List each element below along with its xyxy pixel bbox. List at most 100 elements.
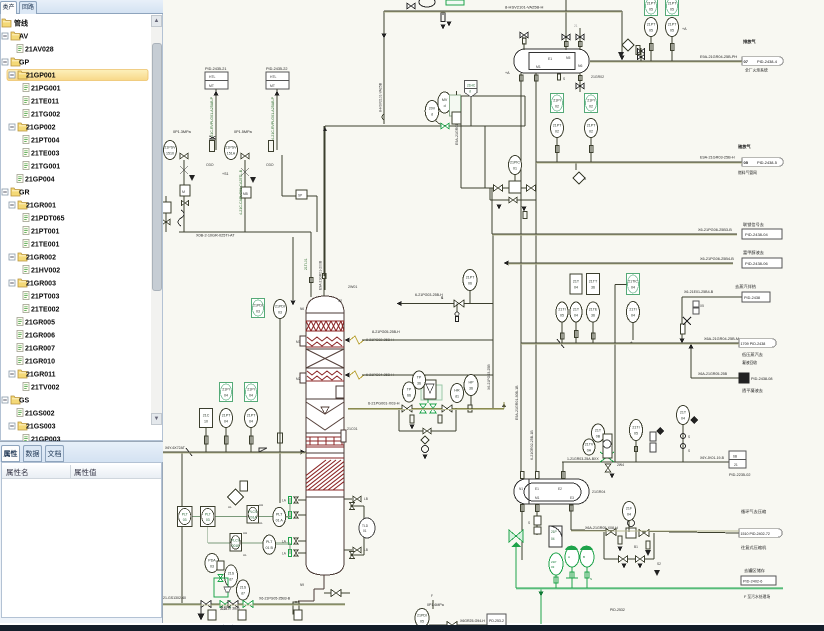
svg-text:PD-253-2: PD-253-2 xyxy=(489,619,504,623)
svg-text:PLCV: PLCV xyxy=(248,510,258,514)
svg-text:21: 21 xyxy=(574,24,578,28)
svg-text:05: 05 xyxy=(670,29,674,33)
svg-text:AL: AL xyxy=(228,505,232,509)
svg-text:03: 03 xyxy=(551,565,555,569)
svg-text:A: A xyxy=(568,555,570,559)
svg-text:E1: E1 xyxy=(535,487,539,491)
svg-text:6-21GR02-25B-1B: 6-21GR02-25B-1B xyxy=(530,430,534,460)
svg-text:6B: 6B xyxy=(733,455,738,459)
svg-text:PID-2435-22: PID-2435-22 xyxy=(266,67,288,71)
svg-text:MB: MB xyxy=(243,192,248,196)
svg-text:TLD: TLD xyxy=(362,524,369,528)
svg-text:04: 04 xyxy=(631,286,635,290)
svg-text:04: 04 xyxy=(681,417,685,421)
svg-text:02: 02 xyxy=(589,130,593,134)
svg-text:富甲醇液去: 富甲醇液去 xyxy=(743,249,764,256)
svg-text:05: 05 xyxy=(649,29,653,33)
svg-text:凝液回收: 凝液回收 xyxy=(742,360,757,365)
svg-text:排放气: 排放气 xyxy=(743,38,756,45)
svg-text:21PI: 21PI xyxy=(587,99,594,103)
svg-text:d7: d7 xyxy=(241,592,245,596)
svg-text:66: 66 xyxy=(407,394,411,398)
svg-text:X6-21PG06-25B3-B: X6-21PG06-25B3-B xyxy=(698,228,732,232)
svg-text:X6-21E01-25B4-B: X6-21E01-25B4-B xyxy=(684,290,714,294)
svg-text:N1: N1 xyxy=(519,487,523,491)
svg-text:21PSV: 21PSV xyxy=(225,146,237,150)
svg-text:21GP004: 21GP004 xyxy=(25,177,55,184)
svg-text:21S: 21S xyxy=(240,586,247,590)
svg-text:21GR04: 21GR04 xyxy=(592,490,605,494)
svg-text:02: 02 xyxy=(589,105,593,109)
svg-text:TP: TP xyxy=(417,376,422,380)
svg-text:4-21C-RVPLG01-A25AB-P: 4-21C-RVPLG01-A25AB-P xyxy=(271,96,275,140)
svg-text:燃料气管网: 燃料气管网 xyxy=(738,170,757,175)
svg-text:0B: 0B xyxy=(596,435,601,439)
svg-text:21PDT065: 21PDT065 xyxy=(31,216,65,223)
svg-text:d: d xyxy=(469,90,471,94)
svg-text:21GP001: 21GP001 xyxy=(26,73,56,80)
svg-text:03: 03 xyxy=(210,565,214,569)
svg-text:36: 36 xyxy=(417,382,421,386)
svg-text:03: 03 xyxy=(206,518,210,522)
svg-text:循环气去压缩: 循环气去压缩 xyxy=(741,508,766,515)
svg-text:21PI: 21PI xyxy=(247,388,254,392)
svg-text:+A: +A xyxy=(682,27,687,31)
svg-text:TP: TP xyxy=(407,388,412,392)
svg-text:PID-2435-21: PID-2435-21 xyxy=(205,67,227,71)
svg-text:往复式压缩机: 往复式压缩机 xyxy=(741,544,767,551)
svg-text:LB: LB xyxy=(364,548,368,552)
svg-text:管线: 管线 xyxy=(14,19,28,28)
svg-text:+S1: +S1 xyxy=(222,172,229,176)
svg-text:HTL: HTL xyxy=(270,75,277,79)
svg-text:X6GR25-G94-H: X6GR25-G94-H xyxy=(460,619,485,623)
svg-text:1-21GR03-25A-BXX: 1-21GR03-25A-BXX xyxy=(567,457,599,461)
svg-text:X6Y-6X72AT: X6Y-6X72AT xyxy=(165,446,186,450)
svg-text:21GS002: 21GS002 xyxy=(25,411,55,418)
svg-text:E2: E2 xyxy=(558,487,562,491)
svg-text:驰放气: 驰放气 xyxy=(738,143,751,150)
svg-text:36: 36 xyxy=(469,387,473,391)
svg-text:M: M xyxy=(182,190,185,194)
svg-text:SP: SP xyxy=(298,194,302,198)
svg-text:AH: AH xyxy=(259,503,263,507)
svg-text:04: 04 xyxy=(551,537,555,541)
svg-text:8-HSV2101-VA25B-H: 8-HSV2101-VA25B-H xyxy=(505,5,544,10)
svg-text:21T: 21T xyxy=(680,411,687,415)
svg-text:PLT: PLT xyxy=(205,513,211,517)
svg-text:X6A-21GR05-25B: X6A-21GR05-25B xyxy=(698,372,728,376)
svg-text:03: 03 xyxy=(183,518,187,522)
svg-text:21GR006: 21GR006 xyxy=(25,333,55,340)
svg-text:04: 04 xyxy=(574,314,578,318)
svg-text:PID-2438-4: PID-2438-4 xyxy=(757,59,778,64)
svg-text:PLT: PLT xyxy=(266,540,273,544)
svg-text:21-GS1302-40: 21-GS1302-40 xyxy=(163,596,186,600)
svg-text:低压蒸汽去: 低压蒸汽去 xyxy=(742,351,763,358)
svg-text:21TI: 21TI xyxy=(632,426,639,430)
svg-text:21TI-01: 21TI-01 xyxy=(304,258,308,270)
svg-text:201B: 201B xyxy=(232,544,241,548)
svg-text:黑醇10 38击: 黑醇10 38击 xyxy=(220,606,240,611)
svg-text:X0B-2-10GR-025TI-AT: X0B-2-10GR-025TI-AT xyxy=(196,234,235,238)
svg-text:0P1.5MPa: 0P1.5MPa xyxy=(234,130,253,134)
svg-text:07: 07 xyxy=(744,59,749,64)
svg-text:E1: E1 xyxy=(548,57,552,61)
svg-text:05: 05 xyxy=(560,314,564,318)
svg-text:01: 01 xyxy=(363,529,367,533)
svg-text:E3: E3 xyxy=(570,496,574,500)
svg-text:E9A-21GR01-200B: E9A-21GR01-200B xyxy=(319,260,323,290)
svg-text:2W01: 2W01 xyxy=(348,285,357,289)
svg-text:X6A-21GR05-X08-H: X6A-21GR05-X08-H xyxy=(585,526,618,530)
svg-text:21PG001: 21PG001 xyxy=(31,86,61,93)
svg-text:21TV: 21TV xyxy=(585,443,594,447)
svg-text:21TE001: 21TE001 xyxy=(31,242,60,249)
svg-text:S: S xyxy=(584,177,587,181)
svg-text:MV: MV xyxy=(442,98,448,102)
svg-text:21GR02: 21GR02 xyxy=(591,75,604,79)
svg-text:E9A-21GR04-25B-PH: E9A-21GR04-25B-PH xyxy=(700,55,737,59)
svg-text:21PT001: 21PT001 xyxy=(31,229,60,236)
svg-text:21PI: 21PI xyxy=(222,388,229,392)
svg-text:0P1.6MPa: 0P1.6MPa xyxy=(427,603,444,607)
svg-text:AL: AL xyxy=(259,521,263,525)
svg-text:1510: 1510 xyxy=(166,152,174,156)
svg-text:PID-2235-02: PID-2235-02 xyxy=(729,473,751,477)
